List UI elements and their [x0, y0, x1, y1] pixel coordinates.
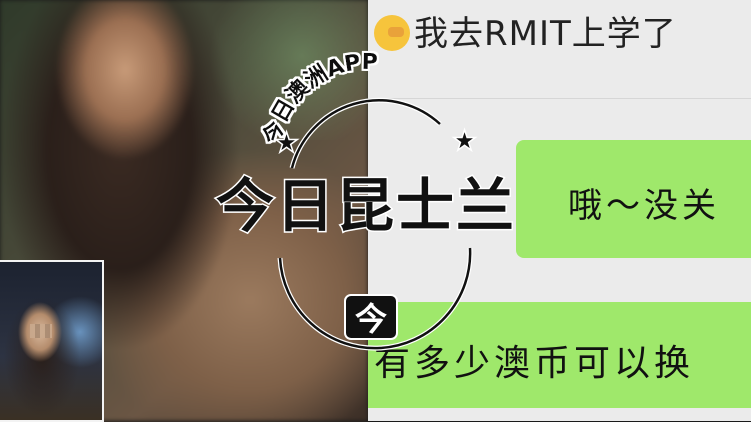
message-text: 有多少澳币可以换 — [374, 343, 695, 384]
inset-photo — [0, 260, 104, 422]
message-bubble: 有多少澳币可以换 — [368, 302, 751, 408]
message-bubble: 哦～没关 — [516, 140, 751, 258]
facepalm-emoji-icon — [374, 15, 410, 51]
background-glow — [200, 0, 370, 140]
chat-title-text: 我去RMIT上学了 — [414, 14, 677, 54]
chat-screenshot: 我去RMIT上学了 哦～没关 有多少澳币可以换 — [368, 0, 751, 421]
message-text: 哦～没关 — [568, 186, 720, 226]
mosaic-censor — [30, 324, 52, 338]
header-divider — [368, 98, 751, 99]
chat-title: 我去RMIT上学了 — [374, 14, 677, 54]
